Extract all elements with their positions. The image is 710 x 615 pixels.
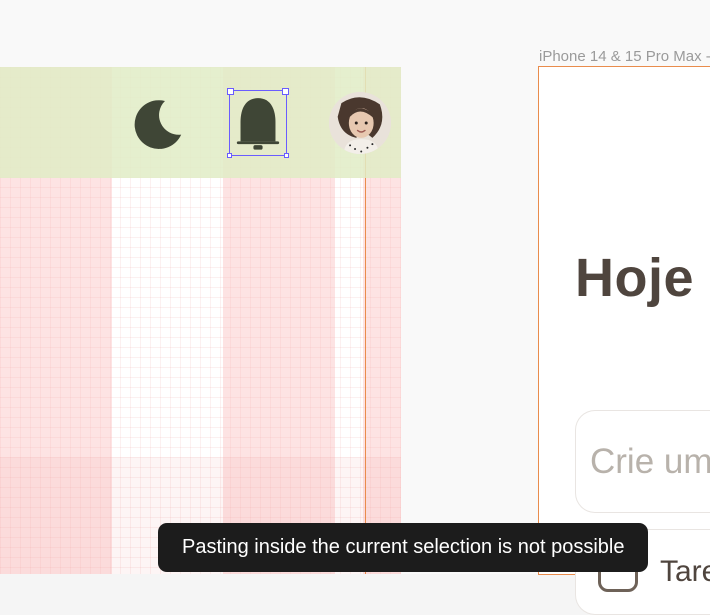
design-frame-right[interactable]: Hoje Crie uma Taref [539,67,710,574]
create-task-input[interactable]: Crie uma [575,410,710,513]
input-placeholder: Crie uma [590,442,710,482]
design-canvas[interactable]: iPhone 14 & 15 Pro Max - 1 Hoje Crie uma… [0,0,710,574]
avatar[interactable] [329,92,391,154]
frame-label[interactable]: iPhone 14 & 15 Pro Max - 1 [539,48,710,65]
design-frame-left[interactable] [0,67,401,574]
page-title: Hoje [575,247,694,309]
selected-layer[interactable] [229,90,287,156]
bell-icon[interactable] [235,94,281,152]
app-header [0,67,401,178]
moon-icon[interactable] [129,94,187,152]
task-label: Taref [660,555,710,589]
toast-message: Pasting inside the current selection is … [158,523,648,572]
